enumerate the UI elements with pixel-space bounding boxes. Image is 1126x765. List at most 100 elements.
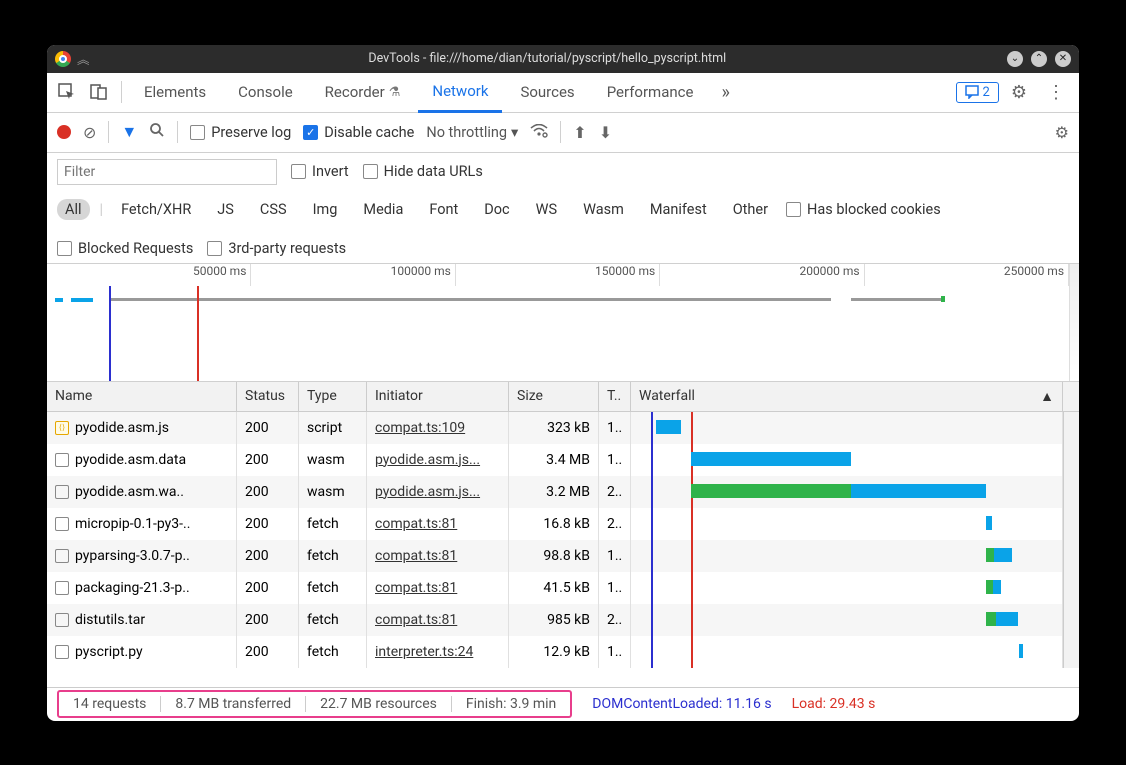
issues-count: 2	[983, 85, 990, 100]
tab-recorder[interactable]: Recorder⚗	[311, 72, 415, 112]
throttling-select[interactable]: No throttling▾	[426, 124, 518, 141]
table-row[interactable]: micropip-0.1-py3-.. 200 fetch compat.ts:…	[47, 508, 1079, 540]
request-time: 1..	[599, 540, 631, 572]
request-size: 3.2 MB	[509, 476, 599, 508]
filter-type-wasm[interactable]: Wasm	[575, 199, 632, 220]
request-status: 200	[237, 572, 299, 604]
invert-checkbox[interactable]: Invert	[291, 163, 349, 180]
menu-dots-icon[interactable]: ⋮	[1039, 82, 1073, 103]
download-icon[interactable]: ⬇	[599, 123, 612, 142]
tab-recorder-label: Recorder	[325, 83, 385, 101]
filter-type-all[interactable]: All	[57, 199, 90, 220]
scrollbar[interactable]	[1063, 572, 1079, 604]
status-bar: 14 requests 8.7 MB transferred 22.7 MB r…	[47, 687, 1079, 721]
close-button[interactable]: ✕	[1055, 51, 1071, 67]
col-name[interactable]: Name	[47, 382, 237, 411]
table-row[interactable]: packaging-21.3-p.. 200 fetch compat.ts:8…	[47, 572, 1079, 604]
request-initiator[interactable]: compat.ts:81	[375, 612, 457, 628]
request-type: fetch	[299, 508, 367, 540]
col-type[interactable]: Type	[299, 382, 367, 411]
table-row[interactable]: pyscript.py 200 fetch interpreter.ts:24 …	[47, 636, 1079, 668]
timeline-overview[interactable]: 50000 ms 100000 ms 150000 ms 200000 ms 2…	[47, 264, 1079, 382]
file-icon	[55, 613, 69, 627]
col-initiator[interactable]: Initiator	[367, 382, 509, 411]
wifi-icon[interactable]	[530, 123, 548, 142]
hide-data-urls-checkbox[interactable]: Hide data URLs	[363, 163, 483, 180]
request-name: pyodide.asm.js	[75, 420, 169, 436]
request-status: 200	[237, 636, 299, 668]
filter-type-manifest[interactable]: Manifest	[642, 199, 715, 220]
request-initiator[interactable]: compat.ts:81	[375, 516, 457, 532]
col-waterfall[interactable]: Waterfall▲	[631, 382, 1063, 411]
has-blocked-cookies-checkbox[interactable]: Has blocked cookies	[786, 201, 941, 218]
filter-input[interactable]	[57, 159, 277, 185]
request-size: 323 kB	[509, 412, 599, 444]
timeline-scrollbar[interactable]	[1069, 264, 1079, 381]
table-row[interactable]: pyodide.asm.js 200 script compat.ts:109 …	[47, 412, 1079, 444]
request-initiator[interactable]: compat.ts:109	[375, 420, 465, 436]
request-initiator[interactable]: interpreter.ts:24	[375, 644, 473, 660]
search-icon[interactable]	[149, 122, 165, 142]
third-party-checkbox[interactable]: 3rd-party requests	[207, 240, 346, 257]
settings-gear-icon[interactable]: ⚙	[1003, 82, 1035, 103]
chrome-icon	[55, 51, 71, 67]
scrollbar[interactable]	[1063, 476, 1079, 508]
table-row[interactable]: pyodide.asm.data 200 wasm pyodide.asm.js…	[47, 444, 1079, 476]
filter-type-css[interactable]: CSS	[252, 199, 295, 220]
request-initiator[interactable]: pyodide.asm.js...	[375, 484, 480, 500]
devtools-tabbar: Elements Console Recorder⚗ Network Sourc…	[47, 73, 1079, 113]
filter-type-fetch[interactable]: Fetch/XHR	[113, 199, 199, 220]
request-initiator[interactable]: pyodide.asm.js...	[375, 452, 480, 468]
filter-type-img[interactable]: Img	[305, 199, 346, 220]
record-button[interactable]	[57, 125, 71, 139]
filter-type-media[interactable]: Media	[355, 199, 411, 220]
toolbar-gear-icon[interactable]: ⚙	[1055, 123, 1069, 142]
filter-funnel-icon[interactable]: ▼	[121, 122, 137, 142]
request-initiator[interactable]: compat.ts:81	[375, 580, 457, 596]
table-row[interactable]: pyparsing-3.0.7-p.. 200 fetch compat.ts:…	[47, 540, 1079, 572]
tab-console[interactable]: Console	[224, 72, 307, 112]
disable-cache-checkbox[interactable]: ✓Disable cache	[303, 124, 414, 141]
scrollbar[interactable]	[1063, 636, 1079, 668]
waterfall-cell	[631, 636, 1063, 668]
device-toggle-icon[interactable]	[85, 78, 113, 106]
scrollbar[interactable]	[1063, 540, 1079, 572]
blocked-requests-checkbox[interactable]: Blocked Requests	[57, 240, 193, 257]
request-initiator[interactable]: compat.ts:81	[375, 548, 457, 564]
col-size[interactable]: Size	[509, 382, 599, 411]
filter-type-other[interactable]: Other	[725, 199, 776, 220]
titlebar-chevron-icon[interactable]: ︽	[77, 49, 90, 68]
col-time[interactable]: T..	[599, 382, 631, 411]
tab-sources[interactable]: Sources	[506, 72, 588, 112]
invert-label: Invert	[312, 163, 349, 180]
tab-network[interactable]: Network	[418, 73, 502, 113]
dcl-time: DOMContentLoaded: 11.16 s	[592, 696, 771, 712]
col-status[interactable]: Status	[237, 382, 299, 411]
scrollbar[interactable]	[1063, 604, 1079, 636]
scrollbar[interactable]	[1063, 508, 1079, 540]
separator	[121, 81, 122, 103]
maximize-button[interactable]: ⌃	[1031, 51, 1047, 67]
file-icon	[55, 453, 69, 467]
filter-type-ws[interactable]: WS	[528, 199, 565, 220]
filter-type-doc[interactable]: Doc	[476, 199, 517, 220]
file-icon	[55, 421, 69, 435]
scrollbar[interactable]	[1063, 412, 1079, 444]
request-time: 1..	[599, 444, 631, 476]
issues-button[interactable]: 2	[956, 82, 999, 103]
table-row[interactable]: pyodide.asm.wa.. 200 wasm pyodide.asm.js…	[47, 476, 1079, 508]
scrollbar[interactable]	[1063, 444, 1079, 476]
devtools-window: ︽ DevTools - file:///home/dian/tutorial/…	[47, 45, 1079, 721]
tabs-overflow-icon[interactable]: »	[711, 82, 739, 103]
tab-performance[interactable]: Performance	[593, 72, 708, 112]
filter-type-js[interactable]: JS	[209, 199, 242, 220]
upload-icon[interactable]: ⬆	[573, 123, 586, 142]
filter-type-font[interactable]: Font	[421, 199, 466, 220]
tab-elements[interactable]: Elements	[130, 72, 220, 112]
preserve-log-checkbox[interactable]: Preserve log	[190, 124, 291, 141]
inspect-icon[interactable]	[53, 78, 81, 106]
table-row[interactable]: distutils.tar 200 fetch compat.ts:81 985…	[47, 604, 1079, 636]
request-name: distutils.tar	[75, 612, 145, 628]
clear-icon[interactable]: ⊘	[83, 123, 96, 142]
minimize-button[interactable]: ⌄	[1007, 51, 1023, 67]
